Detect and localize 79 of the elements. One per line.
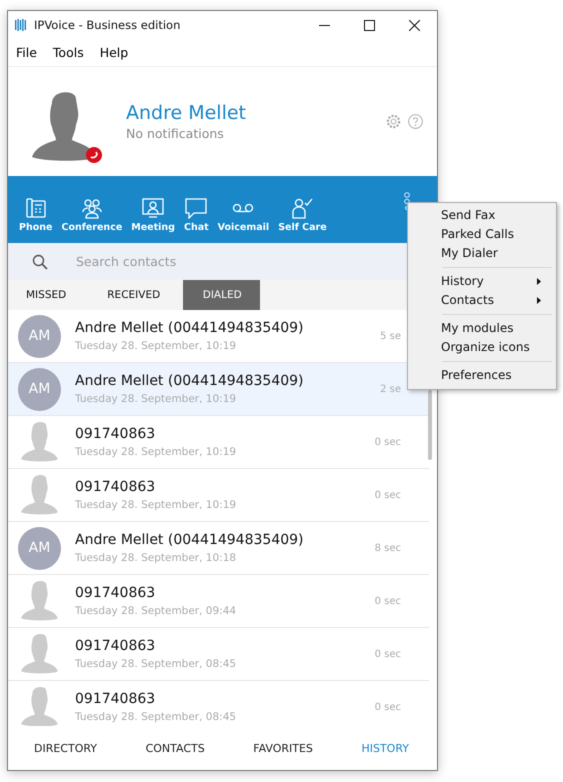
caller-name: 091740863 [75, 479, 156, 495]
menu-item[interactable]: Tools [52, 45, 84, 60]
menu-item[interactable]: File [16, 45, 37, 60]
toolbar-button[interactable]: Conference [58, 197, 126, 233]
toolbar-button[interactable]: Chat [180, 197, 212, 233]
presence-busy-icon [86, 146, 102, 162]
call-time: Tuesday 28. September, 09:44 [75, 605, 238, 617]
person-silhouette-avatar [21, 686, 59, 726]
menu-item[interactable]: Contacts [408, 291, 556, 310]
notification-status: No notifications [126, 126, 225, 141]
nav-tab[interactable]: DIRECTORY [28, 740, 104, 756]
people-icon [80, 197, 104, 219]
toolbar-button[interactable]: Phone [16, 197, 56, 233]
nav-tab[interactable]: FAVORITES [247, 740, 319, 756]
submenu-arrow-icon [537, 296, 541, 304]
chat-icon [184, 197, 208, 219]
filter-tab[interactable]: DIALED [183, 280, 260, 310]
call-duration: 2 se [380, 384, 401, 394]
person-silhouette-avatar [21, 474, 59, 516]
menu-item[interactable]: Help [100, 45, 128, 60]
call-time: Tuesday 28. September, 10:19 [75, 499, 238, 511]
caller-name: 091740863 [75, 638, 156, 654]
desk-phone-icon [24, 197, 48, 219]
submenu-arrow-icon [537, 278, 541, 284]
person-silhouette-avatar [21, 580, 59, 622]
toolbar-button[interactable]: Voicemail [214, 197, 272, 233]
settings-icon[interactable] [386, 114, 401, 129]
presentation-icon [141, 197, 166, 219]
call-duration: 0 sec [374, 596, 401, 606]
menu-item[interactable]: My Dialer [408, 244, 556, 263]
call-row[interactable]: 091740863 Tuesday 28. September, 08:45 0 sec [8, 628, 429, 681]
nav-tab[interactable]: CONTACTS [140, 740, 211, 756]
call-row[interactable]: 091740863 Tuesday 28. September, 10:19 0 sec [8, 469, 429, 522]
toolbar-button[interactable]: Meeting [128, 197, 178, 233]
call-row[interactable]: AM Andre Mellet (00441494835409) Tuesday 28. September, 10:19 2 se [8, 363, 429, 416]
more-options-icon[interactable] [404, 192, 410, 210]
call-duration: 0 sec [374, 436, 401, 448]
window-title: IPVoice - Business edition [34, 18, 180, 32]
call-time: Tuesday 28. September, 10:19 [75, 446, 238, 458]
call-row[interactable]: 091740863 Tuesday 28. September, 09:44 0 sec [8, 575, 429, 628]
initials-avatar: AM [18, 526, 61, 570]
menu-item[interactable]: History [408, 272, 556, 291]
call-duration: 0 sec [374, 490, 401, 500]
filter-tab[interactable]: RECEIVED [83, 280, 184, 310]
caller-name: 091740863 [75, 691, 156, 707]
user-name: Andre Mellet [126, 102, 248, 124]
caller-name: Andre Mellet (00441494835409) [75, 320, 304, 336]
person-silhouette-avatar [21, 421, 59, 463]
call-duration: 8 sec [374, 542, 401, 554]
call-row[interactable]: AM Andre Mellet (00441494835409) Tuesday 28. September, 10:18 8 sec [8, 522, 429, 575]
person-silhouette-avatar [21, 633, 59, 675]
call-time: Tuesday 28. September, 08:45 [75, 658, 238, 670]
caller-name: 091740863 [75, 426, 156, 442]
call-duration: 0 sec [374, 648, 401, 660]
call-time: Tuesday 28. September, 08:45 [75, 711, 238, 723]
scrollbar-thumb[interactable] [428, 390, 432, 460]
help-icon[interactable] [408, 114, 423, 129]
call-duration: 0 sec [374, 702, 401, 712]
filter-tab[interactable]: MISSED [8, 280, 84, 310]
call-time: Tuesday 28. September, 10:18 [75, 552, 238, 564]
call-time: Tuesday 28. September, 10:19 [75, 340, 238, 352]
menu-item[interactable]: Send Fax [408, 206, 556, 225]
nav-tab[interactable]: HISTORY [355, 740, 415, 756]
initials-avatar: AM [18, 368, 61, 410]
caller-name: Andre Mellet (00441494835409) [75, 532, 304, 548]
person-check-icon [290, 197, 314, 219]
menu-item[interactable]: Parked Calls [408, 225, 556, 244]
search-icon [32, 254, 48, 270]
close-icon[interactable] [409, 20, 420, 30]
call-duration: 5 se [380, 330, 401, 342]
caller-name: 091740863 [75, 585, 156, 601]
caller-name: Andre Mellet (00441494835409) [75, 373, 304, 389]
toolbar-button[interactable]: Self Care [275, 197, 330, 233]
app-logo-icon [15, 19, 27, 31]
call-row[interactable]: 091740863 Tuesday 28. September, 10:19 0 sec [8, 416, 429, 469]
maximize-icon[interactable] [364, 20, 375, 30]
initials-avatar: AM [18, 314, 61, 358]
call-time: Tuesday 28. September, 10:19 [75, 393, 238, 405]
call-row[interactable]: 091740863 Tuesday 28. September, 08:45 0 sec [8, 681, 429, 726]
